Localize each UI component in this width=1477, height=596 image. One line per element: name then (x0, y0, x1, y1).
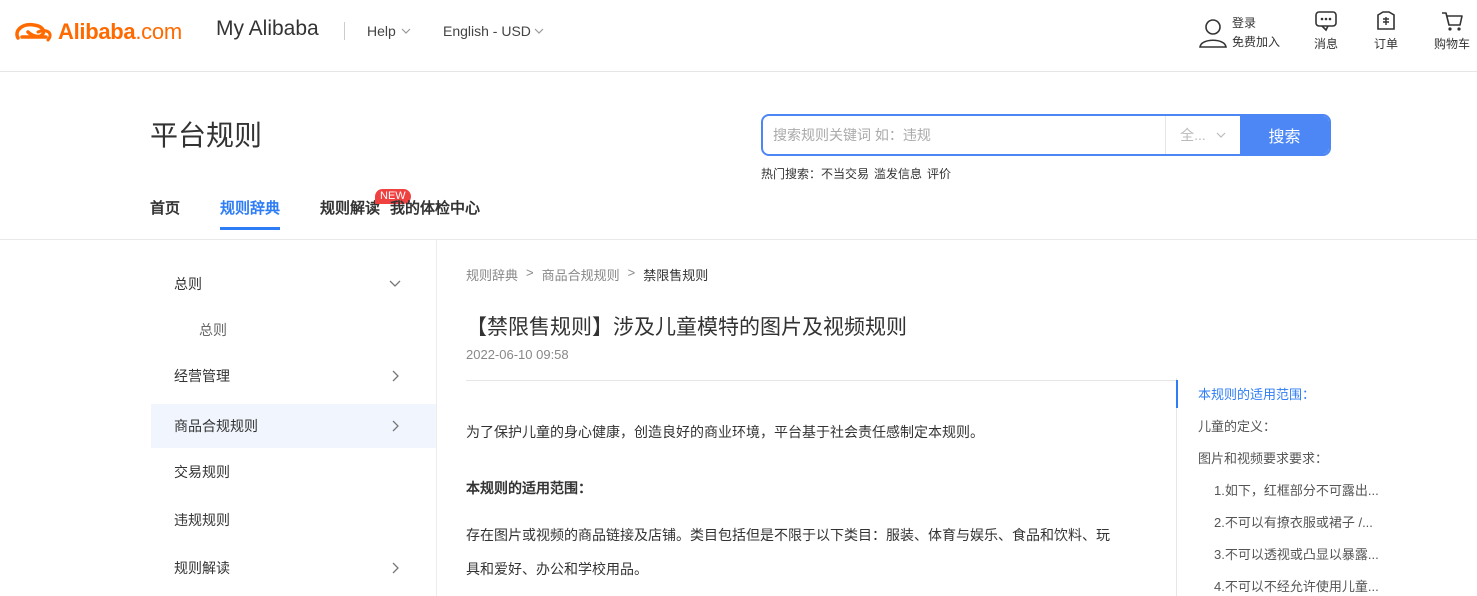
user-links: 登录 免费加入 (1232, 14, 1280, 52)
breadcrumb-separator: > (526, 265, 534, 280)
sidebar-item-label: 总则 (199, 322, 227, 338)
chevron-down-icon (389, 280, 401, 287)
help-menu[interactable]: Help (367, 23, 411, 39)
hot-search-term[interactable]: 不当交易 (821, 165, 869, 182)
page-title: 平台规则 (150, 120, 263, 151)
orders-label: 订单 (1374, 37, 1399, 51)
cart-label: 购物车 (1434, 37, 1471, 51)
tab-rules-dictionary[interactable]: 规则辞典 (220, 196, 281, 231)
toc-subitem[interactable]: 1.如下，红框部分不可露出... (1214, 480, 1394, 499)
sidebar-item-general[interactable]: 总则 (151, 262, 436, 306)
sidebar-item-operations[interactable]: 经营管理 (151, 354, 436, 398)
article-title: 【禁限售规则】涉及儿童模特的图片及视频规则 (466, 316, 907, 339)
sidebar-item-interpretation[interactable]: 规则解读 (151, 546, 436, 590)
chevron-down-icon (401, 28, 411, 34)
search-button[interactable]: 搜索 (1240, 116, 1329, 154)
tab-rules-interpretation-label: 规则解读 (320, 200, 381, 217)
help-label: Help (367, 23, 396, 39)
sidebar-subitem-general[interactable]: 总则 (151, 308, 436, 352)
search-bar: 全... 搜索 (761, 114, 1331, 156)
search-scope-select[interactable]: 全... (1165, 116, 1240, 154)
sidebar-item-label: 总则 (174, 276, 202, 292)
toc-subitem[interactable]: 3.不可以透视或凸显以暴露... (1214, 544, 1394, 563)
scope-text-line: 存在图片或视频的商品链接及店铺。类目包括但是不限于以下类目：服装、体育与娱乐、食… (466, 527, 1110, 543)
top-bar: Alibaba.com My Alibaba Help English - US… (0, 0, 1477, 72)
scope-text: 存在图片或视频的商品链接及店铺。类目包括但是不限于以下类目：服装、体育与娱乐、食… (466, 518, 1161, 586)
chevron-right-icon (392, 370, 399, 382)
topbar-divider (344, 22, 345, 40)
toc-item[interactable]: 图片和视频要求要求： (1198, 448, 1398, 467)
table-of-contents: 本规则的适用范围： 儿童的定义： 图片和视频要求要求： 1.如下，红框部分不可露… (1176, 378, 1477, 596)
tab-health-check[interactable]: 我的体检中心 (390, 196, 480, 231)
message-icon (1315, 11, 1337, 32)
hot-search-label: 热门搜索： (761, 167, 822, 181)
breadcrumb-item[interactable]: 商品合规规则 (542, 265, 620, 284)
hot-search: 热门搜索： 不当交易 滥发信息 评价 (761, 165, 951, 182)
sidebar-item-transactions[interactable]: 交易规则 (151, 450, 436, 494)
language-currency-menu[interactable]: English - USD (443, 23, 544, 39)
logo-suffix: .com (135, 19, 182, 44)
article-date: 2022-06-10 09:58 (466, 347, 569, 362)
chevron-down-icon (1216, 132, 1226, 138)
login-link[interactable]: 登录 (1232, 14, 1280, 33)
alibaba-logo-icon (15, 22, 52, 42)
scope-heading: 本规则的适用范围： (466, 480, 592, 496)
breadcrumb-current: 禁限售规则 (643, 268, 709, 283)
chevron-right-icon (392, 420, 399, 432)
language-label: English - USD (443, 23, 531, 39)
hot-search-term[interactable]: 评价 (927, 165, 951, 182)
tab-home[interactable]: 首页 (150, 196, 180, 231)
messages-label: 消息 (1314, 37, 1339, 51)
sidebar-item-label: 违规规则 (174, 512, 230, 528)
breadcrumb-item[interactable]: 规则辞典 (466, 265, 518, 284)
toc-subitem[interactable]: 4.不可以不经允许使用儿童... (1214, 576, 1394, 595)
order-icon (1377, 11, 1395, 30)
messages-button[interactable]: 消息 (1314, 10, 1338, 52)
chevron-down-icon (534, 28, 544, 34)
toc-subitem[interactable]: 2.不可以有撩衣服或裙子 /... (1214, 512, 1394, 531)
breadcrumb: 规则辞典 > 商品合规规则 > 禁限售规则 (466, 265, 708, 284)
search-input[interactable] (763, 116, 1165, 154)
sidebar: 总则 总则 经营管理 商品合规规则 交易规则 违规规则 规则解读 (151, 240, 437, 596)
article-intro: 为了保护儿童的身心健康，创造良好的商业环境，平台基于社会责任感制定本规则。 (466, 424, 984, 440)
toc-item[interactable]: 本规则的适用范围： (1198, 384, 1398, 403)
user-account[interactable]: 登录 免费加入 (1198, 14, 1280, 52)
main-nav: 首页 规则辞典 规则解读 NEW 我的体检中心 (150, 189, 520, 231)
site-title[interactable]: My Alibaba (216, 17, 319, 41)
search-scope-label: 全... (1180, 127, 1206, 143)
toc-active-indicator (1176, 380, 1178, 408)
sidebar-item-label: 交易规则 (174, 464, 230, 480)
logo-text: Alibaba.com (58, 19, 182, 45)
cart-icon (1442, 12, 1463, 31)
sidebar-item-label: 规则解读 (174, 560, 230, 576)
user-icon (1199, 19, 1227, 48)
chevron-right-icon (392, 562, 399, 574)
cart-button[interactable]: 购物车 (1434, 10, 1470, 52)
sidebar-item-violations[interactable]: 违规规则 (151, 498, 436, 542)
breadcrumb-separator: > (627, 265, 636, 280)
scope-text-line: 具和爱好、办公和学校用品。 (466, 561, 648, 577)
hot-search-term[interactable]: 滥发信息 (874, 165, 922, 182)
sidebar-item-label: 商品合规规则 (174, 418, 258, 434)
toc-item[interactable]: 儿童的定义： (1198, 416, 1398, 435)
sidebar-item-product-compliance[interactable]: 商品合规规则 (151, 404, 436, 448)
tab-rules-interpretation[interactable]: 规则解读 NEW (320, 189, 411, 231)
logo-brand: Alibaba (58, 19, 136, 44)
alibaba-logo[interactable]: Alibaba.com (12, 18, 182, 46)
orders-button[interactable]: 订单 (1374, 10, 1398, 52)
sidebar-item-label: 经营管理 (174, 368, 230, 384)
content-divider (466, 380, 1176, 381)
register-link[interactable]: 免费加入 (1232, 33, 1280, 52)
